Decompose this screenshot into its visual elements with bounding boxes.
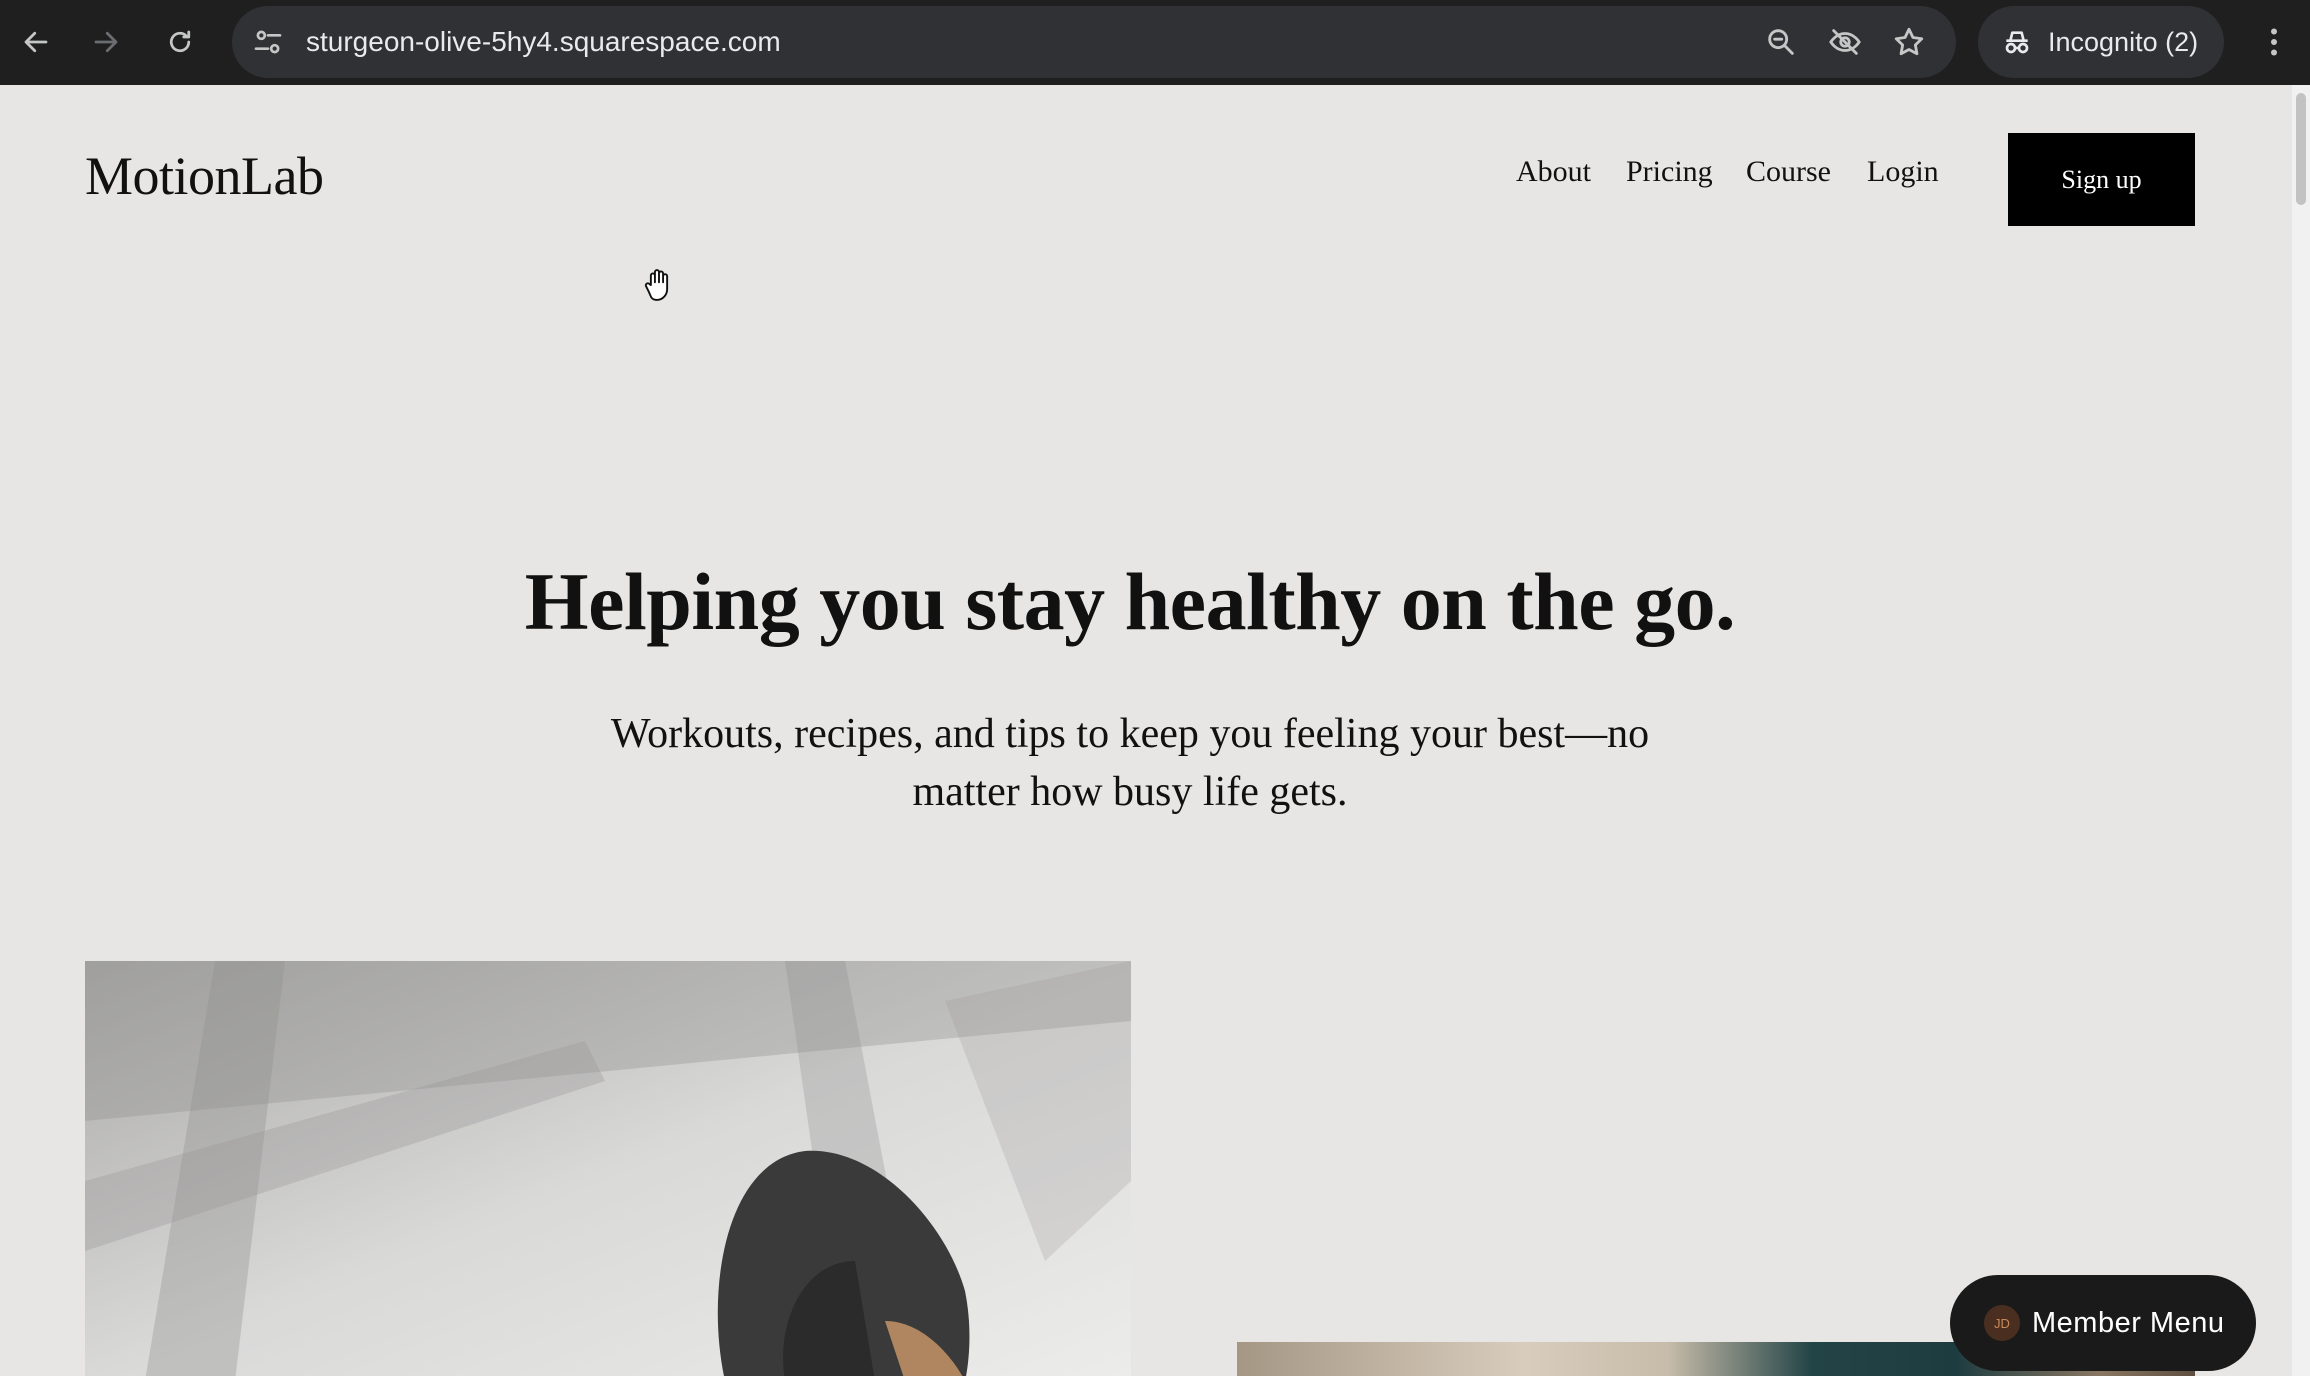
star-icon[interactable] (1892, 25, 1926, 59)
forward-arrow-icon (94, 31, 118, 53)
back-arrow-icon (24, 31, 48, 53)
member-menu-label: Member Menu (2032, 1306, 2225, 1339)
scrollbar-thumb[interactable] (2296, 93, 2306, 205)
incognito-button[interactable]: Incognito (2) (1978, 6, 2224, 78)
hero-subtitle: Workouts, recipes, and tips to keep you … (610, 711, 1650, 815)
web-page: MotionLab About Pricing Course Login Sig… (0, 85, 2292, 1376)
zoom-icon[interactable] (1764, 25, 1798, 59)
nav-link-pricing[interactable]: Pricing (1626, 155, 1713, 189)
url-text[interactable]: sturgeon-olive-5hy4.squarespace.com (306, 6, 781, 78)
reload-icon (169, 30, 191, 53)
forward-button[interactable] (78, 14, 134, 70)
incognito-icon (2005, 31, 2029, 54)
back-button[interactable] (8, 14, 64, 70)
page-scrollbar[interactable] (2292, 85, 2310, 1376)
nav-link-about[interactable]: About (1516, 155, 1591, 189)
address-bar[interactable]: sturgeon-olive-5hy4.squarespace.com (232, 6, 1956, 78)
site-logo[interactable]: MotionLab (85, 145, 324, 207)
eye-off-icon[interactable] (1828, 25, 1862, 59)
yoga-photo-art (85, 961, 1131, 1376)
signup-button[interactable]: Sign up (2008, 133, 2195, 226)
member-avatar: JD (1984, 1305, 2020, 1341)
browser-toolbar: sturgeon-olive-5hy4.squarespace.com Inco… (0, 0, 2310, 85)
incognito-label: Incognito (2) (2048, 27, 2199, 57)
reload-button[interactable] (152, 14, 208, 70)
hero-title: Helping you stay healthy on the go. (524, 556, 1736, 647)
nav-link-login[interactable]: Login (1867, 155, 1939, 189)
nav-link-course[interactable]: Course (1746, 155, 1831, 189)
site-settings-icon[interactable] (252, 26, 284, 58)
yoga-photo (85, 961, 1131, 1376)
kebab-menu-icon[interactable] (2256, 22, 2292, 62)
member-menu-button[interactable]: JD Member Menu (1950, 1275, 2256, 1371)
hand-cursor-icon (644, 269, 669, 301)
